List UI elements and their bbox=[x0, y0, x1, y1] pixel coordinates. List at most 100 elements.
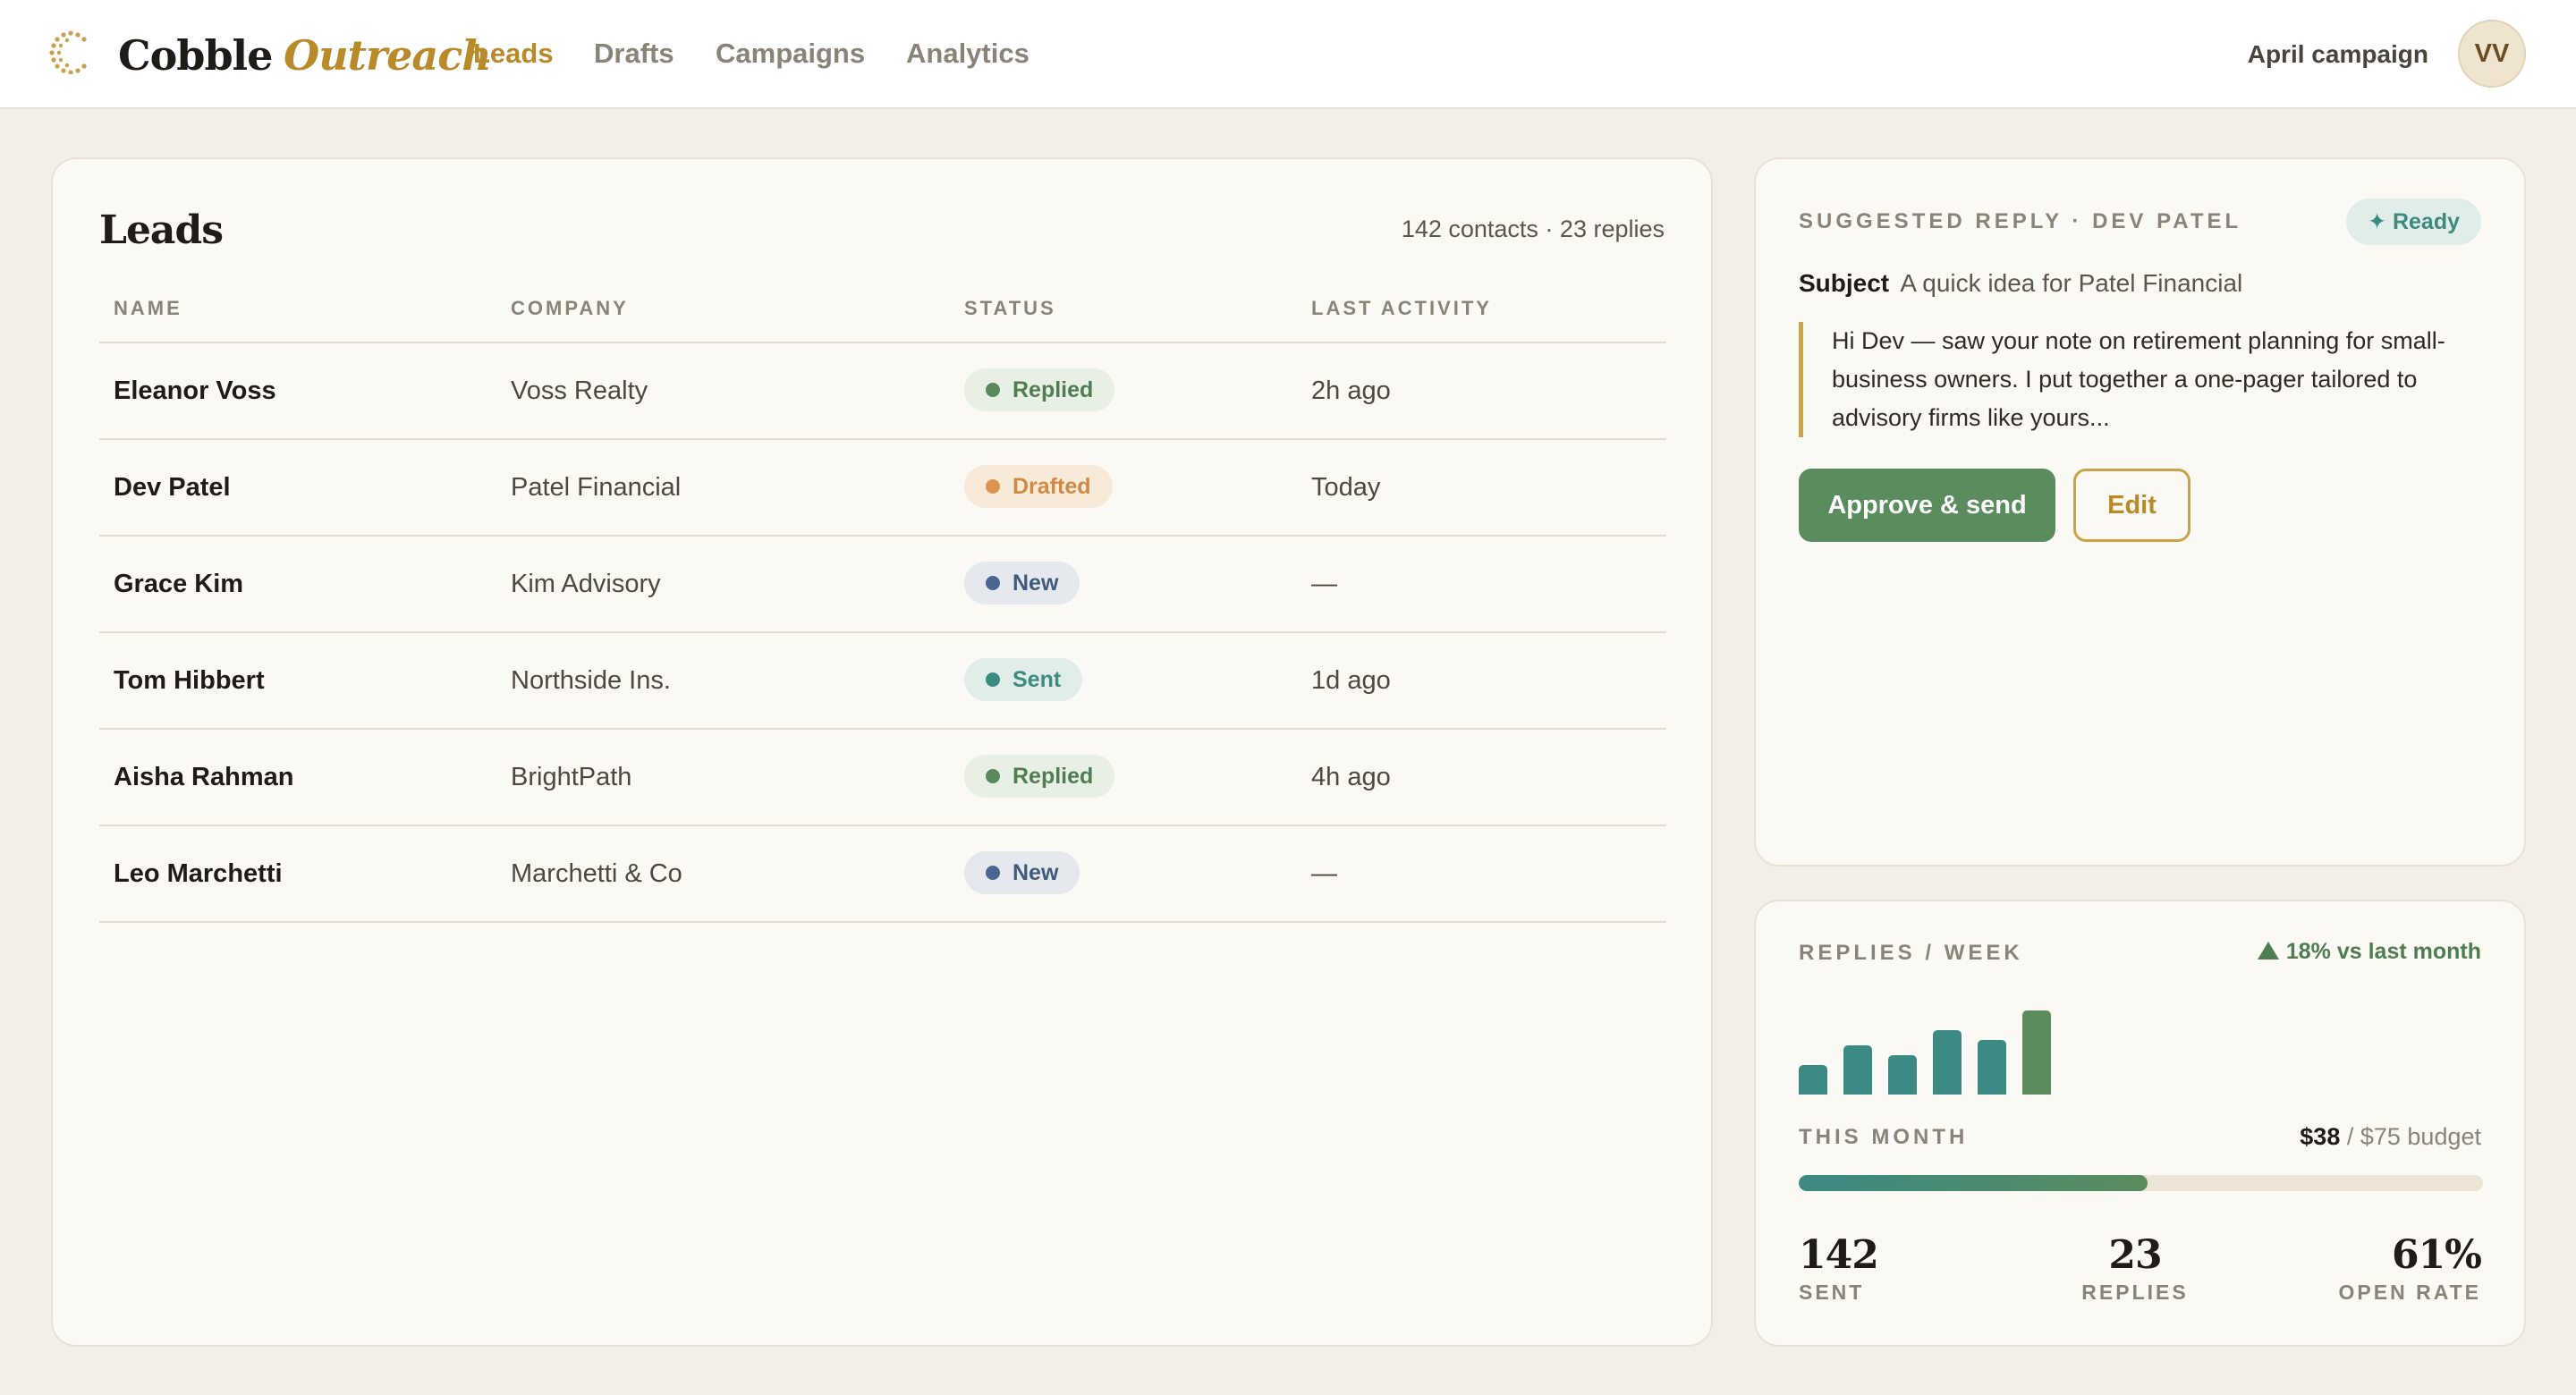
approve-send-button[interactable]: Approve & send bbox=[1799, 469, 2055, 542]
status-label: Sent bbox=[1013, 667, 1062, 693]
avatar[interactable]: VV bbox=[2458, 20, 2526, 88]
trend-indicator: 18% vs last month bbox=[2257, 939, 2481, 965]
brand-name: Cobble Outreach bbox=[118, 27, 492, 84]
lead-last-activity: 4h ago bbox=[1311, 763, 1391, 791]
stats-panel: REPLIES / WEEK 18% vs last month THIS MO… bbox=[1754, 900, 2526, 1347]
table-row[interactable]: Grace Kim Kim Advisory New — bbox=[99, 537, 1666, 633]
column-header-status[interactable]: STATUS bbox=[964, 297, 1056, 320]
weekly-replies-bar bbox=[1799, 1065, 1827, 1095]
lead-name: Leo Marchetti bbox=[114, 859, 283, 888]
reply-subject: Subject A quick idea for Patel Financial bbox=[1799, 266, 2242, 300]
status-dot bbox=[986, 478, 1000, 494]
this-month-label: THIS MONTH bbox=[1799, 1125, 1969, 1149]
table-row[interactable]: Aisha Rahman BrightPath Replied 4h ago bbox=[99, 730, 1666, 826]
suggested-reply-panel: SUGGESTED REPLY · DEV PATEL ✦ Ready Subj… bbox=[1754, 157, 2526, 867]
nav-drafts[interactable]: Drafts bbox=[594, 36, 674, 72]
budget-progress-fill bbox=[1799, 1175, 2148, 1191]
lead-company: Marchetti & Co bbox=[511, 859, 682, 888]
nav-analytics[interactable]: Analytics bbox=[906, 36, 1030, 72]
status-dot bbox=[986, 382, 1000, 397]
status-badge: New bbox=[964, 851, 1080, 895]
status-badge: New bbox=[964, 562, 1080, 605]
budget-total: / $75 budget bbox=[2346, 1123, 2481, 1150]
lead-company: Kim Advisory bbox=[511, 570, 661, 598]
table-row[interactable]: Eleanor Voss Voss Realty Replied 2h ago bbox=[99, 343, 1666, 440]
lead-company: Patel Financial bbox=[511, 473, 682, 502]
status-badge: Replied bbox=[964, 755, 1115, 799]
budget-readout: $38 / $75 budget bbox=[2300, 1123, 2481, 1151]
status-dot bbox=[986, 575, 1000, 590]
weekly-replies-bar bbox=[1843, 1045, 1872, 1095]
lead-company: Northside Ins. bbox=[511, 666, 671, 695]
status-label: Replied bbox=[1013, 377, 1094, 403]
lead-company: BrightPath bbox=[511, 763, 632, 791]
status-label: New bbox=[1013, 860, 1059, 886]
metric-label: OPEN RATE bbox=[2338, 1281, 2481, 1304]
logo-icon bbox=[49, 30, 87, 74]
reply-body: Hi Dev — saw your note on retirement pla… bbox=[1799, 322, 2479, 437]
status-dot bbox=[986, 768, 1000, 783]
column-header-last-activity[interactable]: LAST ACTIVITY bbox=[1311, 297, 1492, 320]
status-badge: Drafted bbox=[964, 465, 1113, 509]
leads-panel: Leads 142 contacts · 23 replies NAME COM… bbox=[51, 157, 1713, 1347]
status-cell: Replied bbox=[964, 730, 1115, 824]
lead-name: Aisha Rahman bbox=[114, 763, 294, 791]
metric-value: 61% bbox=[2391, 1232, 2482, 1278]
status-badge: Sent bbox=[964, 658, 1083, 702]
nav-leads[interactable]: Leads bbox=[473, 36, 554, 72]
status-cell: New bbox=[964, 537, 1080, 631]
leads-title: Leads bbox=[99, 207, 224, 253]
status-label: New bbox=[1013, 571, 1059, 596]
weekly-replies-bar bbox=[1978, 1040, 2006, 1095]
lead-name: Eleanor Voss bbox=[114, 376, 276, 405]
weekly-replies-bar bbox=[2022, 1010, 2051, 1095]
brand-name-primary: Cobble bbox=[118, 31, 273, 80]
metric-value: 142 bbox=[1799, 1232, 1879, 1278]
table-row[interactable]: Dev Patel Patel Financial Drafted Today bbox=[99, 440, 1666, 537]
metric-value: 23 bbox=[2108, 1232, 2162, 1278]
lead-name: Grace Kim bbox=[114, 570, 244, 598]
budget-spent: $38 bbox=[2300, 1123, 2341, 1150]
metric-open-rate: 61% OPEN RATE bbox=[2338, 1232, 2482, 1305]
lead-last-activity: 2h ago bbox=[1311, 376, 1391, 405]
status-label: Drafted bbox=[1013, 474, 1091, 500]
top-bar: Cobble Outreach Leads Drafts Campaigns A… bbox=[0, 0, 2576, 109]
status-badge: Replied bbox=[964, 368, 1115, 412]
replies-per-week-heading: REPLIES / WEEK bbox=[1799, 941, 2023, 965]
status-dot bbox=[986, 865, 1000, 880]
lead-name: Tom Hibbert bbox=[114, 666, 265, 695]
lead-name: Dev Patel bbox=[114, 473, 231, 502]
metric-replies: 23 REPLIES bbox=[2059, 1232, 2211, 1305]
status-cell: Replied bbox=[964, 343, 1115, 438]
table-header: NAME COMPANY STATUS LAST ACTIVITY bbox=[99, 293, 1666, 343]
lead-last-activity: Today bbox=[1311, 473, 1381, 502]
trend-text: 18% vs last month bbox=[2285, 939, 2481, 964]
trend-up-icon bbox=[2257, 942, 2279, 960]
column-header-company[interactable]: COMPANY bbox=[511, 297, 629, 320]
budget-progress-bar bbox=[1799, 1175, 2483, 1191]
table-row[interactable]: Leo Marchetti Marchetti & Co New — bbox=[99, 826, 1666, 923]
leads-summary: 142 contacts · 23 replies bbox=[1401, 216, 1665, 242]
metric-label: REPLIES bbox=[2081, 1281, 2189, 1304]
status-dot bbox=[986, 672, 1000, 687]
lead-last-activity: — bbox=[1311, 570, 1337, 598]
ready-badge: ✦ Ready bbox=[2346, 199, 2481, 245]
status-cell: New bbox=[964, 826, 1080, 921]
leads-table: NAME COMPANY STATUS LAST ACTIVITY Eleano… bbox=[99, 293, 1666, 923]
weekly-replies-bar bbox=[1888, 1055, 1917, 1095]
metric-label: SENT bbox=[1799, 1281, 1865, 1304]
lead-company: Voss Realty bbox=[511, 376, 648, 405]
lead-last-activity: 1d ago bbox=[1311, 666, 1391, 695]
suggested-reply-heading: SUGGESTED REPLY · DEV PATEL bbox=[1799, 209, 2242, 233]
table-row[interactable]: Tom Hibbert Northside Ins. Sent 1d ago bbox=[99, 633, 1666, 730]
weekly-replies-chart bbox=[1799, 991, 2067, 1095]
subject-label: Subject bbox=[1799, 269, 1890, 297]
status-cell: Drafted bbox=[964, 440, 1113, 535]
column-header-name[interactable]: NAME bbox=[114, 297, 182, 320]
status-label: Replied bbox=[1013, 764, 1094, 790]
edit-button[interactable]: Edit bbox=[2073, 469, 2190, 542]
campaign-selector[interactable]: April campaign bbox=[2248, 38, 2428, 72]
metric-sent: 142 SENT bbox=[1799, 1232, 1879, 1305]
nav-campaigns[interactable]: Campaigns bbox=[716, 36, 865, 72]
status-cell: Sent bbox=[964, 633, 1083, 728]
